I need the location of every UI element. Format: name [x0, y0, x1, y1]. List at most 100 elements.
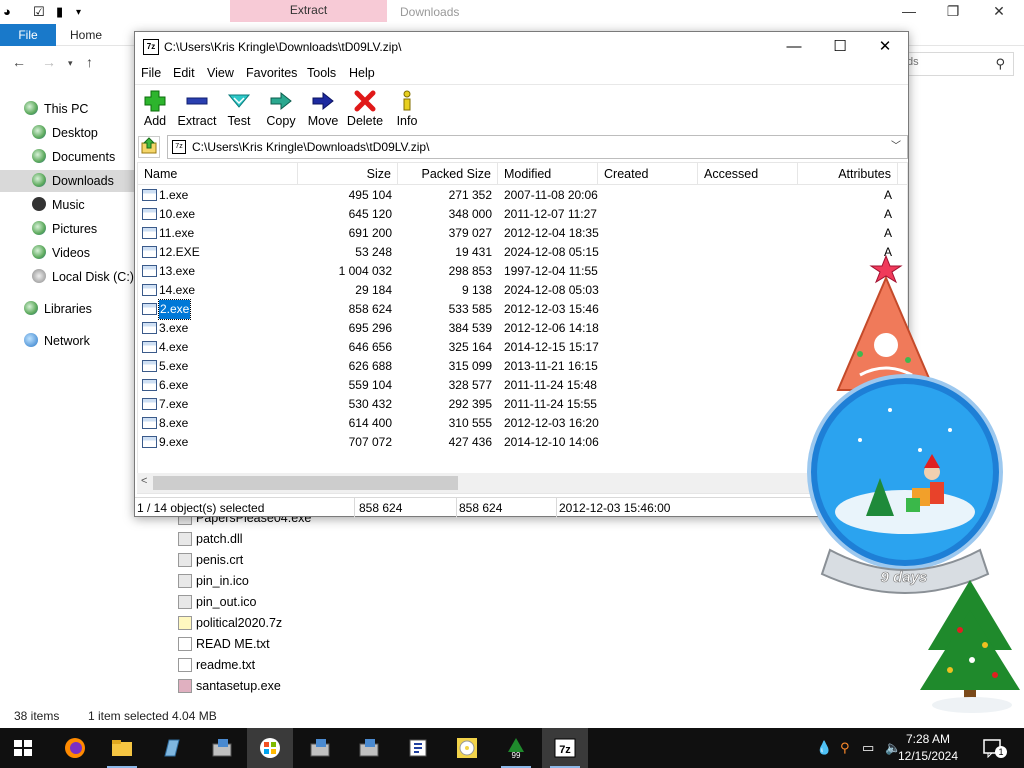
7zip-close-button[interactable]: ✕ [862, 36, 908, 58]
table-row[interactable]: 1.exe 495 104 271 352 2007-11-08 20:06 A [138, 186, 907, 205]
menu-file[interactable]: File [141, 66, 161, 80]
list-item[interactable]: pin_in.ico [178, 571, 249, 591]
nav-desktop[interactable]: Desktop [32, 122, 134, 144]
table-row[interactable]: 14.exe 29 184 9 138 2024-12-08 05:03 A [138, 281, 907, 300]
table-row[interactable]: 3.exe 695 296 384 539 2012-12-06 14:18 A [138, 319, 907, 338]
column-header-modified[interactable]: Modified [498, 163, 598, 185]
search-tray-icon[interactable]: ⚲ [840, 740, 850, 756]
column-header-packed-size[interactable]: Packed Size [398, 163, 498, 185]
up-folder-button[interactable] [138, 136, 160, 158]
scroll-left-icon[interactable]: < [141, 475, 147, 487]
new-folder-icon[interactable]: ▮ [56, 4, 63, 20]
table-row[interactable]: 9.exe 707 072 427 436 2014-12-10 14:06 A [138, 433, 907, 452]
list-item[interactable]: patch.dll [178, 529, 243, 549]
taskbar-setup[interactable] [199, 728, 245, 768]
test-button[interactable]: Test [217, 87, 261, 131]
column-header-created[interactable]: Created [598, 163, 698, 185]
ribbon-home-tab[interactable]: Home [70, 28, 102, 42]
7zip-file-manager-window: 7z C:\Users\Kris Kringle\Downloads\tD09L… [133, 31, 909, 518]
nav-pictures[interactable]: Pictures [32, 218, 134, 240]
list-item[interactable]: READ ME.txt [178, 634, 270, 654]
nav-libraries[interactable]: Libraries [24, 298, 134, 320]
extract-button[interactable]: Extract [175, 87, 219, 131]
clock-date[interactable]: 12/15/2024 [888, 749, 968, 763]
copy-button[interactable]: Copy [259, 87, 303, 131]
taskbar-windows-xp[interactable] [247, 728, 293, 768]
archive-file-list[interactable]: Name Size Packed Size Modified Created A… [137, 162, 908, 494]
column-header-accessed[interactable]: Accessed [698, 163, 798, 185]
taskbar-installer[interactable] [395, 728, 441, 768]
list-item[interactable]: penis.crt [178, 550, 243, 570]
extract-contextual-tab[interactable]: Extract [230, 0, 387, 22]
quick-access-dropdown-icon[interactable]: ▾ [76, 7, 81, 18]
column-header-size[interactable]: Size [298, 163, 398, 185]
explorer-minimize-button[interactable]: — [886, 2, 932, 22]
taskbar-7zip[interactable]: 7z [542, 728, 588, 768]
table-row[interactable]: 7.exe 530 432 292 395 2011-11-24 15:55 A [138, 395, 907, 414]
explorer-close-button[interactable]: ✕ [976, 2, 1022, 22]
recent-locations-icon[interactable]: ▾ [68, 58, 73, 69]
menu-view[interactable]: View [207, 66, 234, 80]
path-combobox[interactable]: 7z C:\Users\Kris Kringle\Downloads\tD09L… [167, 135, 908, 159]
menu-tools[interactable]: Tools [307, 66, 336, 80]
water-drop-icon[interactable]: 💧 [816, 740, 832, 756]
clock-time[interactable]: 7:28 AM [888, 732, 968, 746]
table-row[interactable]: 13.exe 1 004 032 298 853 1997-12-04 11:55 A [138, 262, 907, 281]
notification-center-button[interactable]: 1 [982, 738, 1007, 759]
7zip-maximize-button[interactable]: ☐ [817, 36, 863, 58]
taskbar-disc[interactable] [444, 728, 490, 768]
up-icon[interactable]: ↑ [86, 54, 93, 70]
modified-cell: 2024-12-08 05:03 [504, 283, 599, 297]
table-row[interactable]: 12.EXE 53 248 19 431 2024-12-08 05:15 A [138, 243, 907, 262]
network-tray-icon[interactable]: ▭ [862, 740, 874, 756]
nav-documents[interactable]: Documents [32, 146, 134, 168]
table-row[interactable]: 8.exe 614 400 310 555 2012-12-03 16:20 A [138, 414, 907, 433]
taskbar-setup-3[interactable] [346, 728, 392, 768]
back-icon[interactable]: ← [12, 54, 26, 70]
7zip-status-bar: 1 / 14 object(s) selected 858 624 858 62… [135, 497, 908, 518]
column-header-attributes[interactable]: Attributes [798, 163, 898, 185]
list-item[interactable]: santasetup.exe [178, 676, 281, 696]
taskbar-file-explorer[interactable] [99, 728, 145, 768]
nav-local-disk[interactable]: Local Disk (C:) [32, 266, 134, 288]
taskbar-firefox[interactable] [52, 728, 98, 768]
add-button[interactable]: Add [133, 87, 177, 131]
column-header-name[interactable]: Name [138, 163, 298, 185]
taskbar-setup-2[interactable] [297, 728, 343, 768]
ico-file-icon [178, 574, 192, 588]
list-item[interactable]: political2020.7z [178, 613, 282, 633]
table-row[interactable]: 4.exe 646 656 325 164 2014-12-15 15:17 A [138, 338, 907, 357]
table-row[interactable]: 10.exe 645 120 348 000 2011-12-07 11:27 A [138, 205, 907, 224]
table-row[interactable]: 2.exe 858 624 533 585 2012-12-03 15:46 A [138, 299, 907, 320]
menu-edit[interactable]: Edit [173, 66, 195, 80]
list-item[interactable]: pin_out.ico [178, 592, 256, 612]
scrollbar-thumb[interactable] [153, 476, 458, 490]
nav-music[interactable]: Music [32, 194, 134, 216]
nav-videos[interactable]: Videos [32, 242, 134, 264]
forward-icon[interactable]: → [42, 54, 56, 70]
menu-favorites[interactable]: Favorites [246, 66, 297, 80]
list-item[interactable]: readme.txt [178, 655, 255, 675]
chevron-down-icon[interactable]: ﹀ [891, 136, 901, 158]
horizontal-scrollbar[interactable]: < [137, 473, 908, 493]
explorer-restore-button[interactable]: ❐ [930, 2, 976, 22]
nav-downloads[interactable]: Downloads [0, 170, 134, 192]
delete-button[interactable]: Delete [343, 87, 387, 131]
table-row[interactable]: 5.exe 626 688 315 099 2013-11-21 16:15 A [138, 357, 907, 376]
move-button[interactable]: Move [301, 87, 345, 131]
taskbar-notepad[interactable] [148, 728, 194, 768]
menu-help[interactable]: Help [349, 66, 375, 80]
nav-network[interactable]: Network [24, 330, 134, 352]
info-button[interactable]: Info [385, 87, 429, 131]
properties-icon[interactable]: ☑ [33, 4, 45, 20]
start-button[interactable] [0, 728, 46, 768]
search-icon[interactable]: ⚲ [995, 56, 1005, 72]
file-size-cell: 626 688 [348, 359, 392, 373]
nav-this-pc[interactable]: This PC [24, 98, 134, 120]
table-row[interactable]: 11.exe 691 200 379 027 2012-12-04 18:35 A [138, 224, 907, 243]
taskbar-christmas-tree[interactable]: 99 [493, 728, 539, 768]
table-row[interactable]: 6.exe 559 104 328 577 2011-11-24 15:48 A [138, 376, 907, 395]
ribbon-file-tab[interactable]: File [0, 24, 56, 46]
status-size: 858 624 [357, 498, 457, 518]
7zip-minimize-button[interactable]: — [771, 36, 817, 58]
